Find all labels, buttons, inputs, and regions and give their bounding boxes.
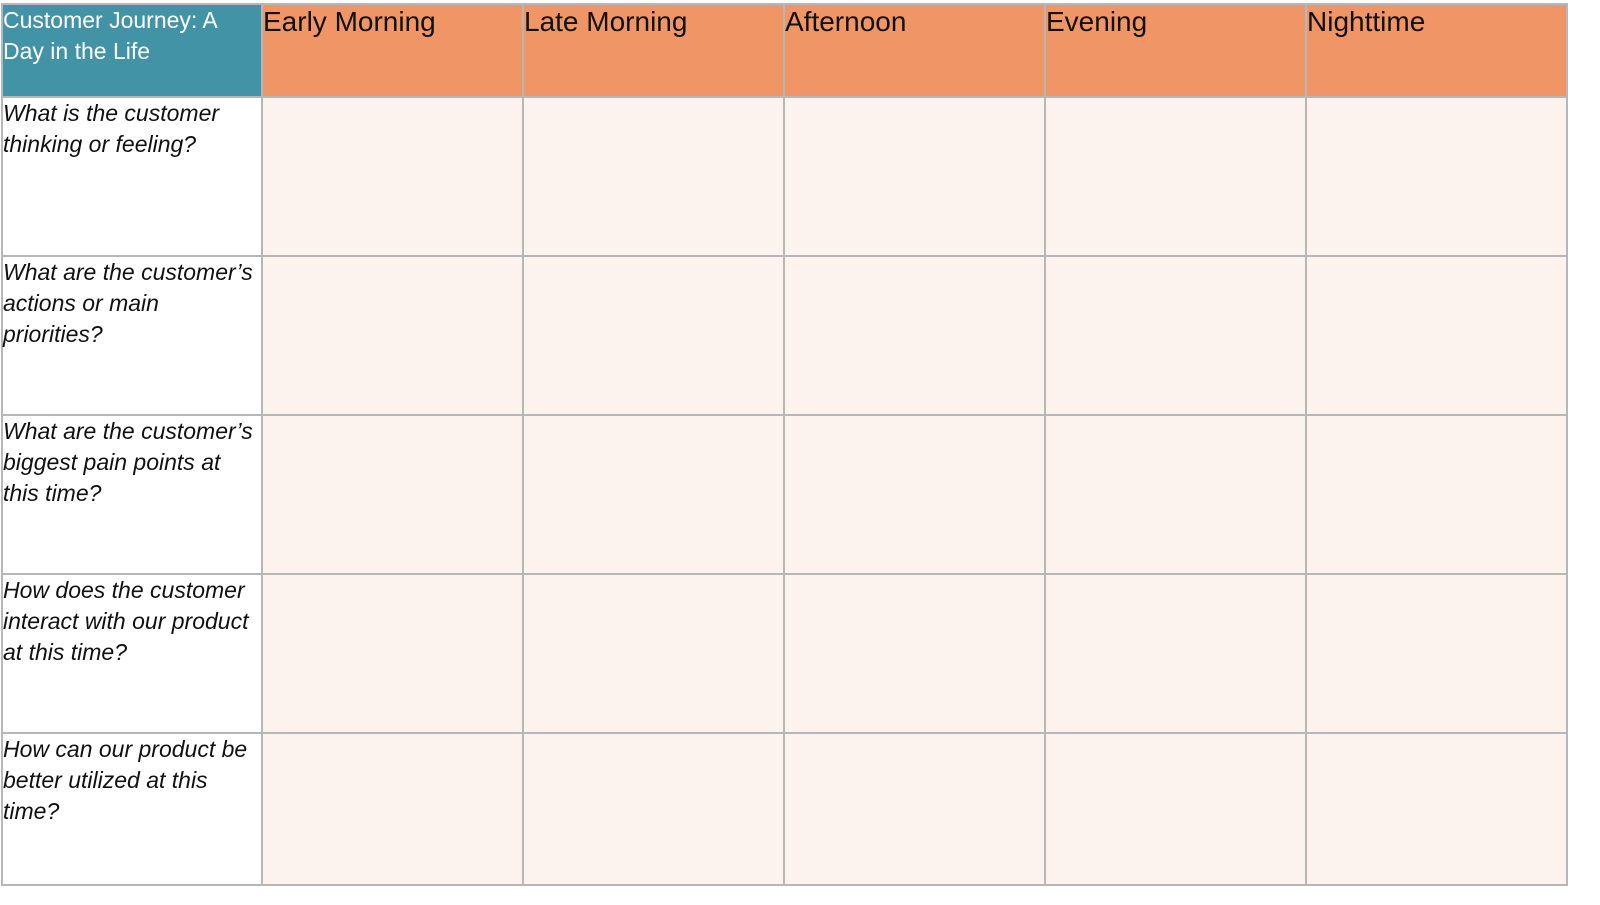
journey-cell[interactable] bbox=[522, 573, 785, 734]
journey-cell[interactable] bbox=[1305, 732, 1568, 886]
journey-cell[interactable] bbox=[1305, 573, 1568, 734]
header-row: Customer Journey: A Day in the Life Earl… bbox=[1, 3, 1568, 98]
journey-cell[interactable] bbox=[783, 732, 1046, 886]
journey-cell[interactable] bbox=[522, 96, 785, 257]
question-label: How can our product be better utilized a… bbox=[1, 732, 263, 886]
question-label: How does the customer interact with our … bbox=[1, 573, 263, 734]
question-label: What is the customer thinking or feeling… bbox=[1, 96, 263, 257]
journey-cell[interactable] bbox=[1044, 573, 1307, 734]
journey-cell[interactable] bbox=[1305, 96, 1568, 257]
journey-cell[interactable] bbox=[1305, 255, 1568, 416]
journey-cell[interactable] bbox=[261, 573, 524, 734]
journey-cell[interactable] bbox=[1044, 255, 1307, 416]
period-header-afternoon: Afternoon bbox=[783, 3, 1046, 98]
journey-cell[interactable] bbox=[522, 732, 785, 886]
table-row-thinking-feeling: What is the customer thinking or feeling… bbox=[1, 96, 1568, 257]
period-header-late-morning: Late Morning bbox=[522, 3, 785, 98]
journey-cell[interactable] bbox=[261, 732, 524, 886]
period-header-nighttime: Nighttime bbox=[1305, 3, 1568, 98]
journey-cell[interactable] bbox=[1305, 414, 1568, 575]
question-label: What are the customer’s actions or main … bbox=[1, 255, 263, 416]
period-header-early-morning: Early Morning bbox=[261, 3, 524, 98]
table-row-actions-priorities: What are the customer’s actions or main … bbox=[1, 255, 1568, 416]
period-header-evening: Evening bbox=[1044, 3, 1307, 98]
question-label: What are the customer’s biggest pain poi… bbox=[1, 414, 263, 575]
journey-cell[interactable] bbox=[522, 414, 785, 575]
customer-journey-table: Customer Journey: A Day in the Life Earl… bbox=[1, 3, 1568, 886]
journey-cell[interactable] bbox=[1044, 96, 1307, 257]
journey-cell[interactable] bbox=[261, 96, 524, 257]
journey-cell[interactable] bbox=[261, 255, 524, 416]
journey-cell[interactable] bbox=[522, 255, 785, 416]
journey-cell[interactable] bbox=[783, 573, 1046, 734]
table-row-better-utilization: How can our product be better utilized a… bbox=[1, 732, 1568, 886]
table-title-cell: Customer Journey: A Day in the Life bbox=[1, 3, 263, 98]
journey-cell[interactable] bbox=[783, 255, 1046, 416]
table-row-product-interaction: How does the customer interact with our … bbox=[1, 573, 1568, 734]
table-row-pain-points: What are the customer’s biggest pain poi… bbox=[1, 414, 1568, 575]
journey-cell[interactable] bbox=[1044, 732, 1307, 886]
journey-cell[interactable] bbox=[783, 414, 1046, 575]
journey-cell[interactable] bbox=[261, 414, 524, 575]
journey-cell[interactable] bbox=[1044, 414, 1307, 575]
journey-cell[interactable] bbox=[783, 96, 1046, 257]
